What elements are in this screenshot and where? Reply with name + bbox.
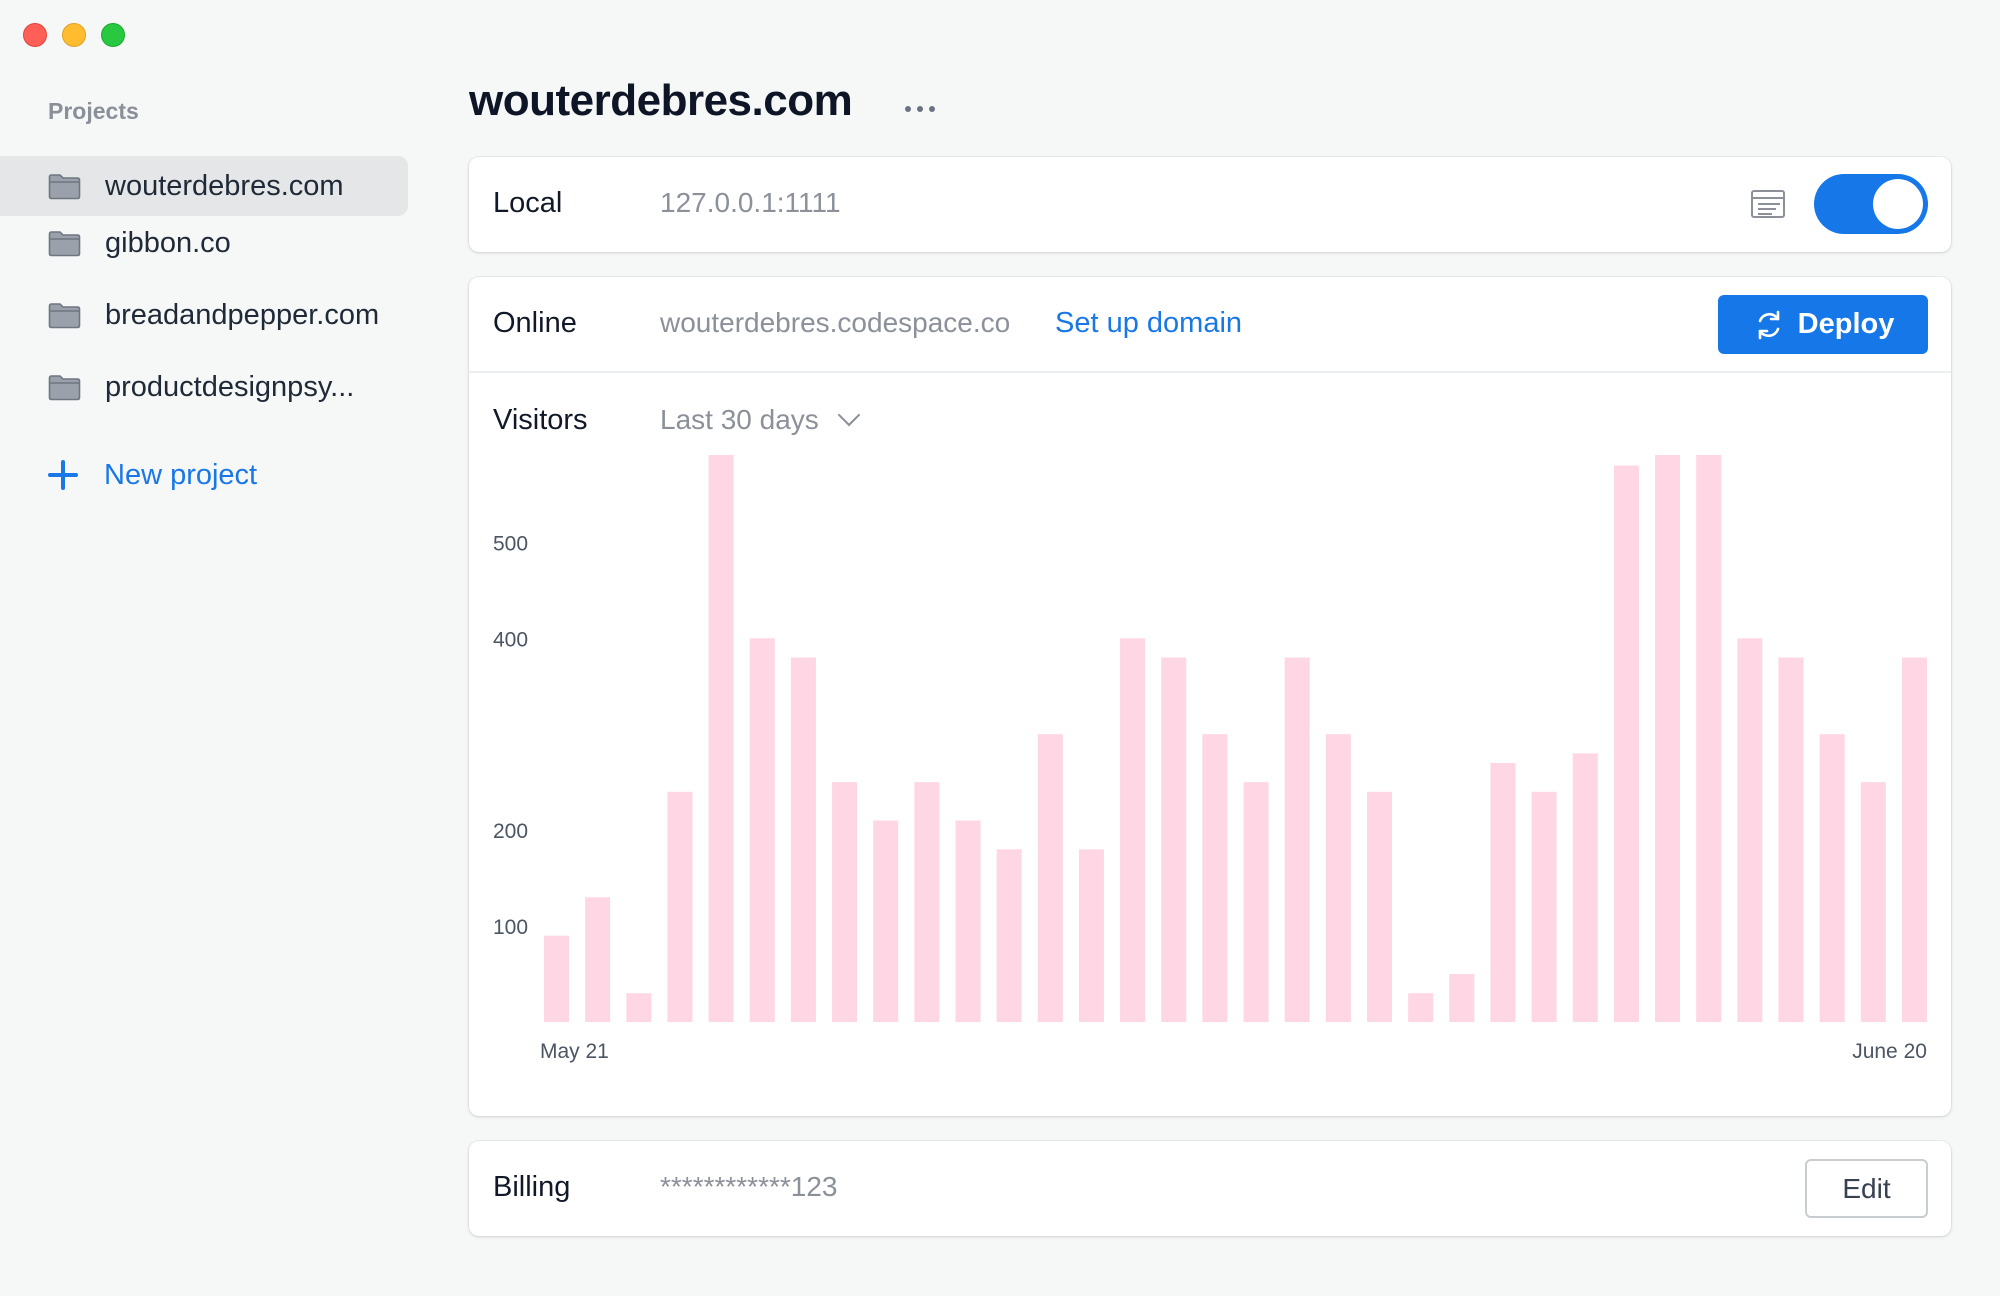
online-url: wouterdebres.codespace.co xyxy=(660,307,1011,338)
chart-bar xyxy=(667,791,693,1022)
chart-bar xyxy=(749,638,775,1022)
chart-bar xyxy=(1284,657,1310,1022)
local-label: Local xyxy=(493,187,563,219)
chart-bar xyxy=(790,657,816,1022)
deploy-button[interactable]: Deploy xyxy=(1718,295,1928,354)
sidebar-item-wouterdebres[interactable]: wouterdebres.com xyxy=(0,156,408,216)
date-range-value: Last 30 days xyxy=(660,404,819,435)
chart-bar xyxy=(1696,455,1722,1022)
sidebar-item-productdesignpsy[interactable]: productdesignpsy... xyxy=(0,357,408,417)
local-card: Local 127.0.0.1:1111 xyxy=(469,157,1951,252)
billing-card-number: ************123 xyxy=(660,1171,838,1202)
sidebar-item-label: breadandpepper.com xyxy=(105,298,380,331)
toggle-knob xyxy=(1873,179,1923,229)
chart-bar xyxy=(1037,734,1063,1022)
chevron-down-icon xyxy=(837,403,861,427)
visitors-label: Visitors xyxy=(493,404,588,436)
chart-bar xyxy=(1325,734,1351,1022)
folder-icon xyxy=(48,374,81,401)
chart-bar xyxy=(1243,782,1269,1022)
close-window-button[interactable] xyxy=(23,23,47,47)
chart-bar xyxy=(1490,762,1516,1022)
chart-bar xyxy=(1778,657,1804,1022)
date-range-dropdown[interactable]: Last 30 days xyxy=(660,403,861,436)
y-tick-label: 200 xyxy=(493,820,528,843)
chart-bar xyxy=(1819,734,1845,1022)
y-tick-label: 500 xyxy=(493,532,528,555)
chart-bar xyxy=(873,820,899,1022)
sidebar-item-label: wouterdebres.com xyxy=(105,169,344,202)
chart-bar xyxy=(1737,638,1763,1022)
chart-bar xyxy=(544,935,569,1022)
app-window: Projects wouterdebres.com gibbon.co brea… xyxy=(0,0,2000,1296)
online-card: Online wouterdebres.codespace.co Set up … xyxy=(469,277,1951,1116)
chart-bar xyxy=(1860,782,1886,1022)
y-tick-label: 400 xyxy=(493,628,528,651)
chart-bar xyxy=(1161,657,1187,1022)
new-project-button[interactable]: New project xyxy=(48,450,257,500)
ellipsis-icon[interactable] xyxy=(905,106,935,112)
chart-bar xyxy=(1202,734,1228,1022)
chart-bar xyxy=(914,782,940,1022)
online-row: Online wouterdebres.codespace.co Set up … xyxy=(469,277,1951,373)
x-tick-label: May 21 xyxy=(540,1040,609,1063)
chart-bar xyxy=(1408,993,1434,1022)
refresh-icon xyxy=(1758,310,1779,339)
chart-bar xyxy=(1449,974,1475,1022)
chart-bar xyxy=(1531,791,1557,1022)
new-project-label: New project xyxy=(104,458,258,491)
plus-icon xyxy=(48,460,78,490)
deploy-label: Deploy xyxy=(1797,308,1895,340)
terminal-icon[interactable] xyxy=(1751,190,1785,218)
online-label: Online xyxy=(493,307,577,339)
billing-label: Billing xyxy=(493,1171,571,1203)
chart-bar xyxy=(1655,455,1681,1022)
chart-bar xyxy=(996,849,1022,1022)
chart-bar xyxy=(1120,638,1146,1022)
local-address: 127.0.0.1:1111 xyxy=(660,187,841,218)
set-up-domain-link[interactable]: Set up domain xyxy=(1055,307,1242,340)
local-server-toggle[interactable] xyxy=(1814,174,1928,234)
y-tick-label: 100 xyxy=(493,916,528,939)
sidebar-item-label: gibbon.co xyxy=(105,226,231,259)
window-controls xyxy=(23,23,125,47)
chart-bar xyxy=(585,897,611,1022)
page-title: wouterdebres.com xyxy=(469,76,853,125)
chart-bar xyxy=(1078,849,1104,1022)
chart-bar xyxy=(832,782,858,1022)
edit-billing-button[interactable]: Edit xyxy=(1805,1159,1928,1218)
folder-icon xyxy=(48,302,81,329)
visitors-bar-chart: 700600500400200100 May 21June 20 xyxy=(493,455,1927,1063)
chart-bar xyxy=(1367,791,1392,1022)
chart-bar xyxy=(626,993,652,1022)
chart-bar xyxy=(1572,753,1598,1022)
sidebar-item-breadandpepper[interactable]: breadandpepper.com xyxy=(0,285,408,345)
billing-card: Billing ************123 Edit xyxy=(469,1141,1951,1236)
x-tick-label: June 20 xyxy=(1852,1040,1927,1063)
folder-icon xyxy=(48,173,81,200)
zoom-window-button[interactable] xyxy=(101,23,125,47)
chart-bar xyxy=(708,455,734,1022)
chart-bar xyxy=(955,820,981,1022)
chart-bar xyxy=(1613,465,1639,1023)
sidebar-heading: Projects xyxy=(48,98,139,124)
folder-icon xyxy=(48,230,81,257)
sidebar-item-gibbon[interactable]: gibbon.co xyxy=(0,213,408,273)
sidebar-item-label: productdesignpsy... xyxy=(105,370,355,403)
chart-bar xyxy=(1901,657,1927,1022)
minimize-window-button[interactable] xyxy=(62,23,86,47)
y-tick-label: 600 xyxy=(493,455,528,459)
